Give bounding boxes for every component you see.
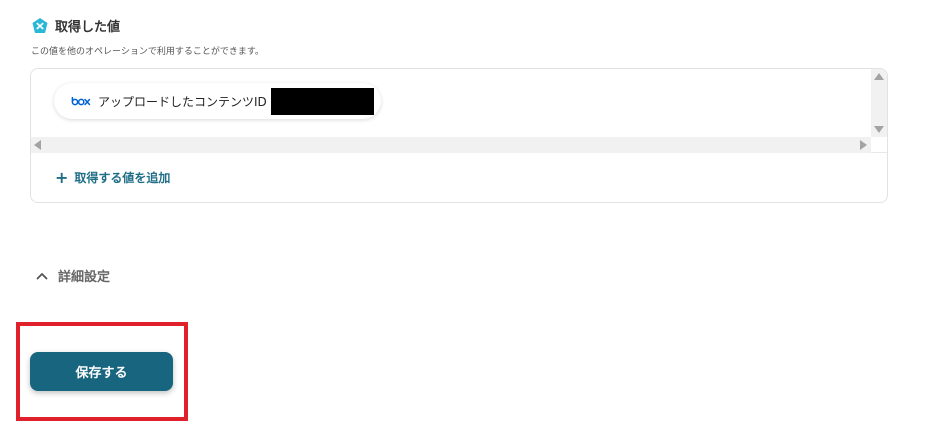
add-value-button[interactable]: + 取得する値を追加 xyxy=(55,169,170,186)
section-description: この値を他のオペレーションで利用することができます。 xyxy=(31,47,264,57)
chevron-up-icon xyxy=(36,270,48,282)
values-scroll-area: アップロードしたコンテンツID xyxy=(31,69,887,153)
value-chip-label: アップロードしたコンテンツID xyxy=(98,94,267,109)
save-button[interactable]: 保存する xyxy=(30,352,173,391)
add-value-label: 取得する値を追加 xyxy=(74,171,171,185)
horizontal-scrollbar[interactable] xyxy=(31,137,871,153)
section-header: 取得した値 xyxy=(31,16,120,35)
plus-icon: + xyxy=(55,167,69,187)
vertical-scrollbar[interactable] xyxy=(871,69,887,137)
advanced-settings-toggle[interactable]: 詳細設定 xyxy=(36,266,110,285)
scroll-left-arrow-icon[interactable] xyxy=(34,140,41,150)
value-chip[interactable]: アップロードしたコンテンツID xyxy=(54,83,381,119)
yoom-logo-icon xyxy=(31,17,49,35)
advanced-settings-label: 詳細設定 xyxy=(58,270,111,285)
scroll-down-arrow-icon[interactable] xyxy=(874,126,884,133)
scroll-up-arrow-icon[interactable] xyxy=(874,73,884,80)
box-logo-icon xyxy=(71,95,91,107)
scroll-right-arrow-icon[interactable] xyxy=(860,140,867,150)
redacted-value xyxy=(270,87,374,115)
section-title: 取得した値 xyxy=(55,20,121,35)
acquired-values-box: アップロードしたコンテンツID + 取得する値を追加 xyxy=(30,68,888,203)
